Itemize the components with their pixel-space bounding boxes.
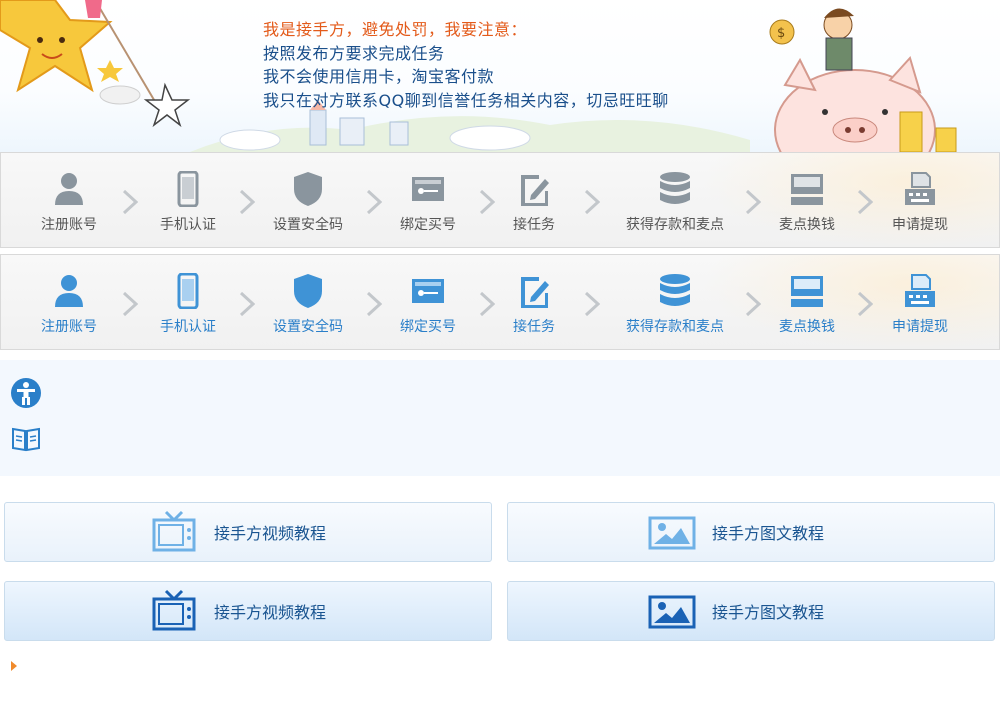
database-icon xyxy=(660,274,690,306)
banner-line: 我不会使用信用卡，淘宝客付款 xyxy=(263,67,495,86)
image-tutorial-button[interactable]: 接手方图文教程 xyxy=(507,581,995,641)
tutorial-label: 接手方图文教程 xyxy=(712,524,825,543)
pig-mascot-icon: $ xyxy=(769,8,957,152)
book-icon[interactable] xyxy=(11,426,41,452)
printer-icon xyxy=(905,172,935,205)
edit-icon xyxy=(521,175,549,206)
tv-icon xyxy=(152,589,196,631)
key-card-icon xyxy=(412,177,444,201)
caret-right-icon[interactable] xyxy=(11,661,17,671)
monitor-icon xyxy=(791,174,823,205)
step-label: 申请提现 xyxy=(892,319,948,335)
image-tutorial-button[interactable]: 接手方图文教程 xyxy=(507,502,995,562)
step-phone[interactable]: 手机认证 xyxy=(133,273,243,336)
step-withdraw[interactable]: 申请提现 xyxy=(865,273,975,336)
picture-icon xyxy=(648,595,696,629)
step-label: 注册账号 xyxy=(41,217,97,233)
step-phone[interactable]: 手机认证 xyxy=(133,171,243,234)
step-label: 接任务 xyxy=(513,217,555,233)
user-icon xyxy=(55,275,83,307)
step-label: 申请提现 xyxy=(892,217,948,233)
shield-icon xyxy=(294,172,322,206)
banner-line: 按照发布方要求完成任务 xyxy=(263,43,445,63)
step-label: 绑定买号 xyxy=(400,217,456,233)
step-label: 手机认证 xyxy=(160,217,216,233)
key-card-icon xyxy=(412,279,444,303)
picture-icon xyxy=(648,516,696,550)
step-exchange-points[interactable]: 麦点换钱 xyxy=(752,273,862,336)
step-exchange-points[interactable]: 麦点换钱 xyxy=(752,171,862,234)
phone-icon xyxy=(177,273,199,309)
step-register[interactable]: 注册账号 xyxy=(14,171,124,234)
step-label: 手机认证 xyxy=(160,319,216,335)
steps-bar-blue: 注册账号 手机认证 设置安全码 绑定买号 接任务 获得存款和麦点 麦点换钱 申请… xyxy=(0,254,1000,350)
video-tutorial-button[interactable]: 接手方视频教程 xyxy=(4,502,492,562)
tv-icon xyxy=(152,510,196,552)
accessibility-icon[interactable] xyxy=(10,377,42,409)
step-bind-account[interactable]: 绑定买号 xyxy=(373,171,483,234)
step-get-deposit[interactable]: 获得存款和麦点 xyxy=(619,171,731,234)
step-label: 设置安全码 xyxy=(273,319,343,335)
star-mascot-icon xyxy=(0,0,191,128)
phone-icon xyxy=(177,171,199,207)
chevron-right-icon xyxy=(584,291,600,317)
steps-bar-gray: 注册账号 手机认证 设置安全码 绑定买号 接任务 获得存款和麦点 麦点换钱 申请… xyxy=(0,152,1000,248)
step-label: 设置安全码 xyxy=(273,217,343,233)
step-accept-task[interactable]: 接任务 xyxy=(479,273,589,336)
banner: 我是接手方，避免处罚，我要注意： 按照发布方要求完成任务 我不会使用信用卡，淘宝… xyxy=(0,0,1000,152)
step-security-code[interactable]: 设置安全码 xyxy=(253,171,363,234)
step-label: 麦点换钱 xyxy=(779,319,835,335)
video-tutorial-button[interactable]: 接手方视频教程 xyxy=(4,581,492,641)
step-security-code[interactable]: 设置安全码 xyxy=(253,273,363,336)
printer-icon xyxy=(905,274,935,307)
step-label: 获得存款和麦点 xyxy=(626,217,724,233)
step-label: 麦点换钱 xyxy=(779,217,835,233)
svg-text:$: $ xyxy=(777,26,785,41)
tutorial-label: 接手方图文教程 xyxy=(712,603,825,622)
edit-icon xyxy=(521,277,549,308)
banner-warning: 我是接手方，避免处罚，我要注意： xyxy=(263,20,528,39)
step-label: 获得存款和麦点 xyxy=(626,319,724,335)
shield-icon xyxy=(294,274,322,308)
step-withdraw[interactable]: 申请提现 xyxy=(865,171,975,234)
tutorial-label: 接手方视频教程 xyxy=(214,603,327,622)
banner-line: 我只在对方联系QQ聊到信誉任务相关内容，切忌旺旺聊 xyxy=(263,90,669,110)
step-label: 接任务 xyxy=(513,319,555,335)
step-accept-task[interactable]: 接任务 xyxy=(479,171,589,234)
step-get-deposit[interactable]: 获得存款和麦点 xyxy=(619,273,731,336)
step-register[interactable]: 注册账号 xyxy=(14,273,124,336)
user-icon xyxy=(55,173,83,205)
info-panel xyxy=(0,360,1000,476)
tutorial-label: 接手方视频教程 xyxy=(214,524,327,543)
step-label: 注册账号 xyxy=(41,319,97,335)
monitor-icon xyxy=(791,276,823,307)
banner-notice: 我是接手方，避免处罚，我要注意： 按照发布方要求完成任务 我不会使用信用卡，淘宝… xyxy=(263,18,669,112)
step-bind-account[interactable]: 绑定买号 xyxy=(373,273,483,336)
step-label: 绑定买号 xyxy=(400,319,456,335)
chevron-right-icon xyxy=(584,189,600,215)
database-icon xyxy=(660,172,690,204)
